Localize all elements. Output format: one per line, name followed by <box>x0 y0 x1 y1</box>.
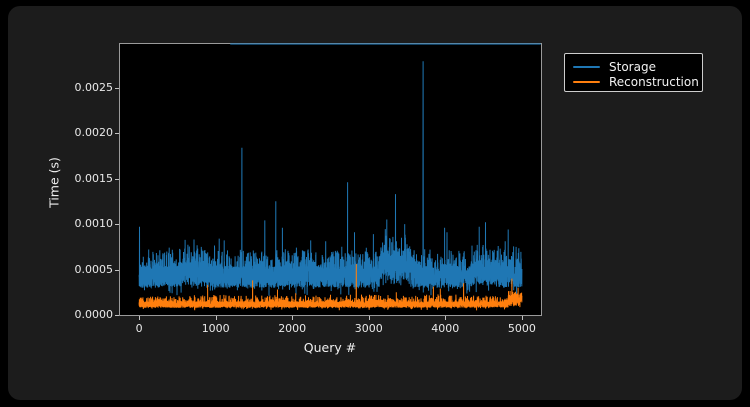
legend-item-reconstruction: Reconstruction <box>573 75 694 89</box>
y-tick-label: 0.0015 <box>33 172 113 186</box>
x-tick-label: 2000 <box>262 322 322 336</box>
legend-label-reconstruction: Reconstruction <box>609 75 699 89</box>
legend-label-storage: Storage <box>609 60 656 74</box>
y-tick-label: 0.0025 <box>33 81 113 95</box>
plot-area <box>119 43 542 316</box>
y-tick <box>115 88 119 89</box>
storage-series-line <box>139 61 522 295</box>
y-tick-label: 0.0005 <box>33 263 113 277</box>
series-plot <box>120 44 541 315</box>
reconstruction-line-swatch <box>573 81 600 83</box>
x-tick <box>369 316 370 320</box>
y-tick-label: 0.0020 <box>33 126 113 140</box>
y-tick <box>115 133 119 134</box>
screenshot-canvas: Time (s) Query # 0100020003000400050000.… <box>0 0 750 407</box>
x-tick <box>216 316 217 320</box>
x-tick-label: 0 <box>109 322 169 336</box>
y-tick-label: 0.0010 <box>33 217 113 231</box>
y-tick <box>115 315 119 316</box>
x-tick <box>445 316 446 320</box>
y-tick <box>115 179 119 180</box>
y-tick <box>115 224 119 225</box>
x-tick-label: 5000 <box>492 322 552 336</box>
legend-item-storage: Storage <box>573 60 694 74</box>
storage-line-swatch <box>573 66 600 68</box>
x-axis-label: Query # <box>230 340 430 355</box>
x-tick-label: 3000 <box>339 322 399 336</box>
x-tick <box>522 316 523 320</box>
x-tick-label: 1000 <box>186 322 246 336</box>
y-tick-label: 0.0000 <box>33 308 113 322</box>
x-tick-label: 4000 <box>415 322 475 336</box>
y-tick <box>115 270 119 271</box>
legend: Storage Reconstruction <box>564 53 703 92</box>
top-spine-highlight <box>230 43 541 45</box>
x-tick <box>139 316 140 320</box>
x-tick <box>292 316 293 320</box>
